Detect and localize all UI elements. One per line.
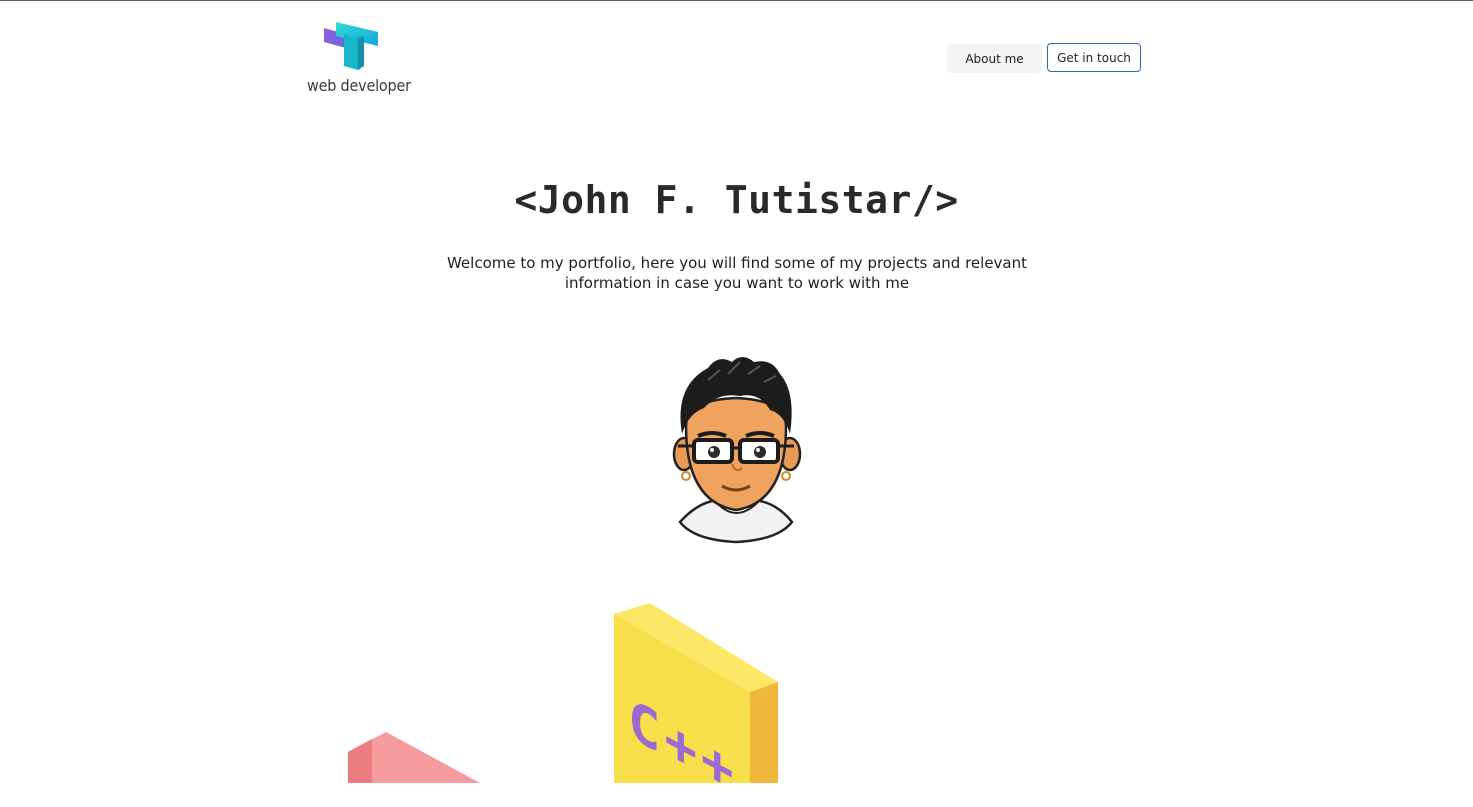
page-title: <John F. Tutistar/> — [514, 178, 959, 222]
get-in-touch-button[interactable]: Get in touch — [1047, 43, 1141, 72]
hero-subtitle: Welcome to my portfolio, here you will f… — [446, 254, 1028, 292]
logo[interactable]: web developer — [306, 20, 411, 98]
cpp-label: C++ — [628, 686, 738, 807]
top-border — [0, 0, 1473, 1]
bitmoji-avatar — [672, 357, 802, 544]
logo-text: web developer — [307, 76, 411, 95]
pink-block — [348, 732, 480, 783]
about-me-button[interactable]: About me — [947, 44, 1042, 73]
t-logo-icon — [324, 22, 378, 70]
